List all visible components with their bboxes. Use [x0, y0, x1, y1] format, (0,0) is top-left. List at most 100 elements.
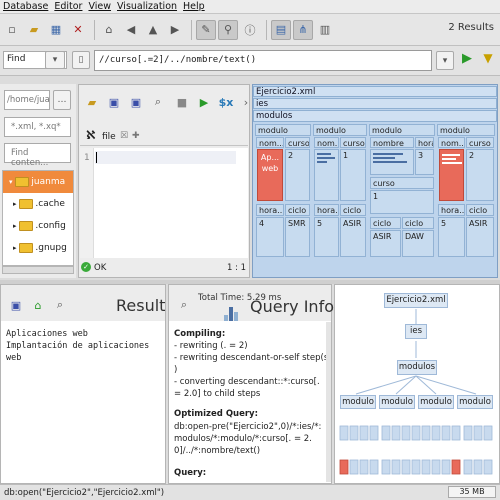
map-cell[interactable]: 1: [340, 149, 366, 201]
menu-database[interactable]: Database: [0, 1, 51, 12]
map-ies[interactable]: ies: [253, 98, 497, 109]
map-cell[interactable]: 2: [285, 149, 310, 201]
home-result-icon[interactable]: ⌂: [28, 295, 48, 315]
map-cell[interactable]: ciclo: [466, 204, 494, 216]
map-cell[interactable]: 1: [370, 190, 434, 214]
map-modulo[interactable]: modulo: [369, 124, 435, 136]
map-cell[interactable]: hora...: [415, 137, 434, 148]
map-cell[interactable]: 4: [256, 217, 284, 257]
query-input[interactable]: //curso[.=2]/../nombre/text(): [94, 50, 432, 71]
mode-dropdown-button[interactable]: ▾: [45, 51, 65, 69]
history-button[interactable]: ▯: [72, 51, 90, 69]
editor-tab-file[interactable]: file: [102, 132, 116, 142]
file-tree: ▾ juanma ▸ .cache ▸ .config ▸ .gnupg: [2, 170, 74, 266]
database-icon[interactable]: ▦: [46, 20, 66, 40]
home-icon[interactable]: ⌂: [99, 20, 119, 40]
find-content-input[interactable]: Find conten...: [4, 143, 71, 168]
path-input[interactable]: /home/jua: [4, 90, 50, 110]
map-cell[interactable]: nom...: [256, 137, 284, 148]
map-cell[interactable]: ciclo: [402, 217, 434, 229]
search-info-icon[interactable]: ⌕: [174, 295, 194, 315]
layout-icon[interactable]: ▥: [315, 20, 335, 40]
map-cell[interactable]: 5: [438, 217, 465, 257]
map-modulo[interactable]: modulo: [255, 124, 311, 136]
map-modulo[interactable]: modulo: [313, 124, 367, 136]
open-file-icon[interactable]: ▰: [82, 92, 102, 112]
menu-help[interactable]: Help: [180, 1, 208, 12]
file-filter-input[interactable]: *.xml, *.xq*: [4, 117, 71, 137]
map-cell[interactable]: ciclo: [340, 204, 366, 216]
up-icon[interactable]: ▲: [143, 20, 163, 40]
map-cell[interactable]: 3: [415, 149, 434, 175]
map-cell-highlight[interactable]: Ap... web: [257, 149, 283, 201]
file-tree-item-gnupg[interactable]: ▸ .gnupg: [3, 237, 73, 259]
save-result-icon[interactable]: ▣: [6, 295, 26, 315]
map-cell[interactable]: ASIR: [340, 217, 366, 257]
menu-view[interactable]: View: [85, 1, 114, 12]
memory-usage[interactable]: 35 MB: [448, 486, 496, 498]
edit-icon[interactable]: ✎: [196, 19, 216, 40]
search-result-icon[interactable]: ⌕: [50, 295, 70, 315]
map-cell[interactable]: hora...: [438, 204, 465, 216]
stop-icon[interactable]: ■: [172, 92, 192, 112]
tree-node-modulo[interactable]: modulo: [340, 395, 376, 409]
map-modulos[interactable]: modulos: [253, 110, 497, 122]
close-icon[interactable]: ✕: [68, 20, 88, 40]
map-cell[interactable]: curso: [370, 177, 434, 189]
file-tree-item-cache[interactable]: ▸ .cache: [3, 193, 73, 215]
map-cell[interactable]: curso: [340, 137, 366, 148]
new-tab-icon[interactable]: ✚: [132, 131, 140, 141]
run-query-icon[interactable]: ▶: [458, 51, 476, 70]
map-cell[interactable]: [314, 149, 339, 201]
save-icon[interactable]: ▣: [104, 92, 124, 112]
file-tree-item-juanma[interactable]: ▾ juanma: [3, 171, 73, 193]
back-icon[interactable]: ◀: [121, 20, 141, 40]
file-tree-scrollbar[interactable]: [2, 266, 74, 274]
filter-icon[interactable]: ▼: [480, 51, 496, 70]
query-history-button[interactable]: ▾: [436, 51, 454, 70]
tree-node-root[interactable]: Ejercicio2.xml: [384, 293, 448, 308]
map-cell[interactable]: [370, 149, 414, 175]
find-icon[interactable]: ⌕: [148, 92, 168, 112]
map-cell[interactable]: nom...: [438, 137, 465, 148]
variables-button[interactable]: $x: [216, 92, 236, 112]
map-root[interactable]: Ejercicio2.xml: [253, 86, 497, 97]
map-cell[interactable]: DAW: [402, 230, 434, 257]
tree-view-icon[interactable]: ⋔: [293, 19, 313, 40]
query-info-scrollbar[interactable]: [326, 322, 331, 482]
info-icon[interactable]: ⓘ: [240, 20, 260, 40]
tab-close-icon[interactable]: ☒: [120, 131, 128, 141]
map-cell[interactable]: ASIR: [370, 230, 401, 257]
execute-icon[interactable]: ▶: [194, 92, 214, 112]
map-cell[interactable]: SMR: [285, 217, 310, 257]
map-cell-highlight[interactable]: [439, 149, 464, 201]
tree-node-modulos[interactable]: modulos: [397, 360, 437, 375]
browse-button[interactable]: …: [53, 90, 71, 110]
map-cell[interactable]: 2: [466, 149, 494, 201]
new-icon[interactable]: ▫: [2, 20, 22, 40]
map-cell[interactable]: hora...: [256, 204, 284, 216]
tree-node-modulo[interactable]: modulo: [418, 395, 454, 409]
save-all-icon[interactable]: ▣: [126, 92, 146, 112]
map-cell[interactable]: ciclo: [370, 217, 401, 229]
file-tree-item-config[interactable]: ▸ .config: [3, 215, 73, 237]
map-cell[interactable]: nom...: [314, 137, 339, 148]
map-cell[interactable]: curso: [285, 137, 310, 148]
link-icon[interactable]: ⚲: [218, 19, 238, 40]
map-cell[interactable]: curso: [466, 137, 494, 148]
tree-node-ies[interactable]: ies: [405, 324, 427, 339]
map-cell[interactable]: nombre: [370, 137, 414, 148]
map-view-icon[interactable]: ▤: [271, 19, 291, 40]
tree-node-modulo[interactable]: modulo: [457, 395, 493, 409]
map-cell[interactable]: ASIR: [466, 217, 494, 257]
menu-visualization[interactable]: Visualization: [114, 1, 180, 12]
map-cell[interactable]: 5: [314, 217, 339, 257]
tree-node-modulo[interactable]: modulo: [379, 395, 415, 409]
menu-editor[interactable]: Editor: [51, 1, 85, 12]
editor-text-area[interactable]: [80, 148, 248, 258]
open-folder-icon[interactable]: ▰: [24, 20, 44, 40]
map-modulo[interactable]: modulo: [437, 124, 495, 136]
map-cell[interactable]: ciclo: [285, 204, 310, 216]
map-cell[interactable]: hora...: [314, 204, 339, 216]
forward-icon[interactable]: ▶: [165, 20, 185, 40]
